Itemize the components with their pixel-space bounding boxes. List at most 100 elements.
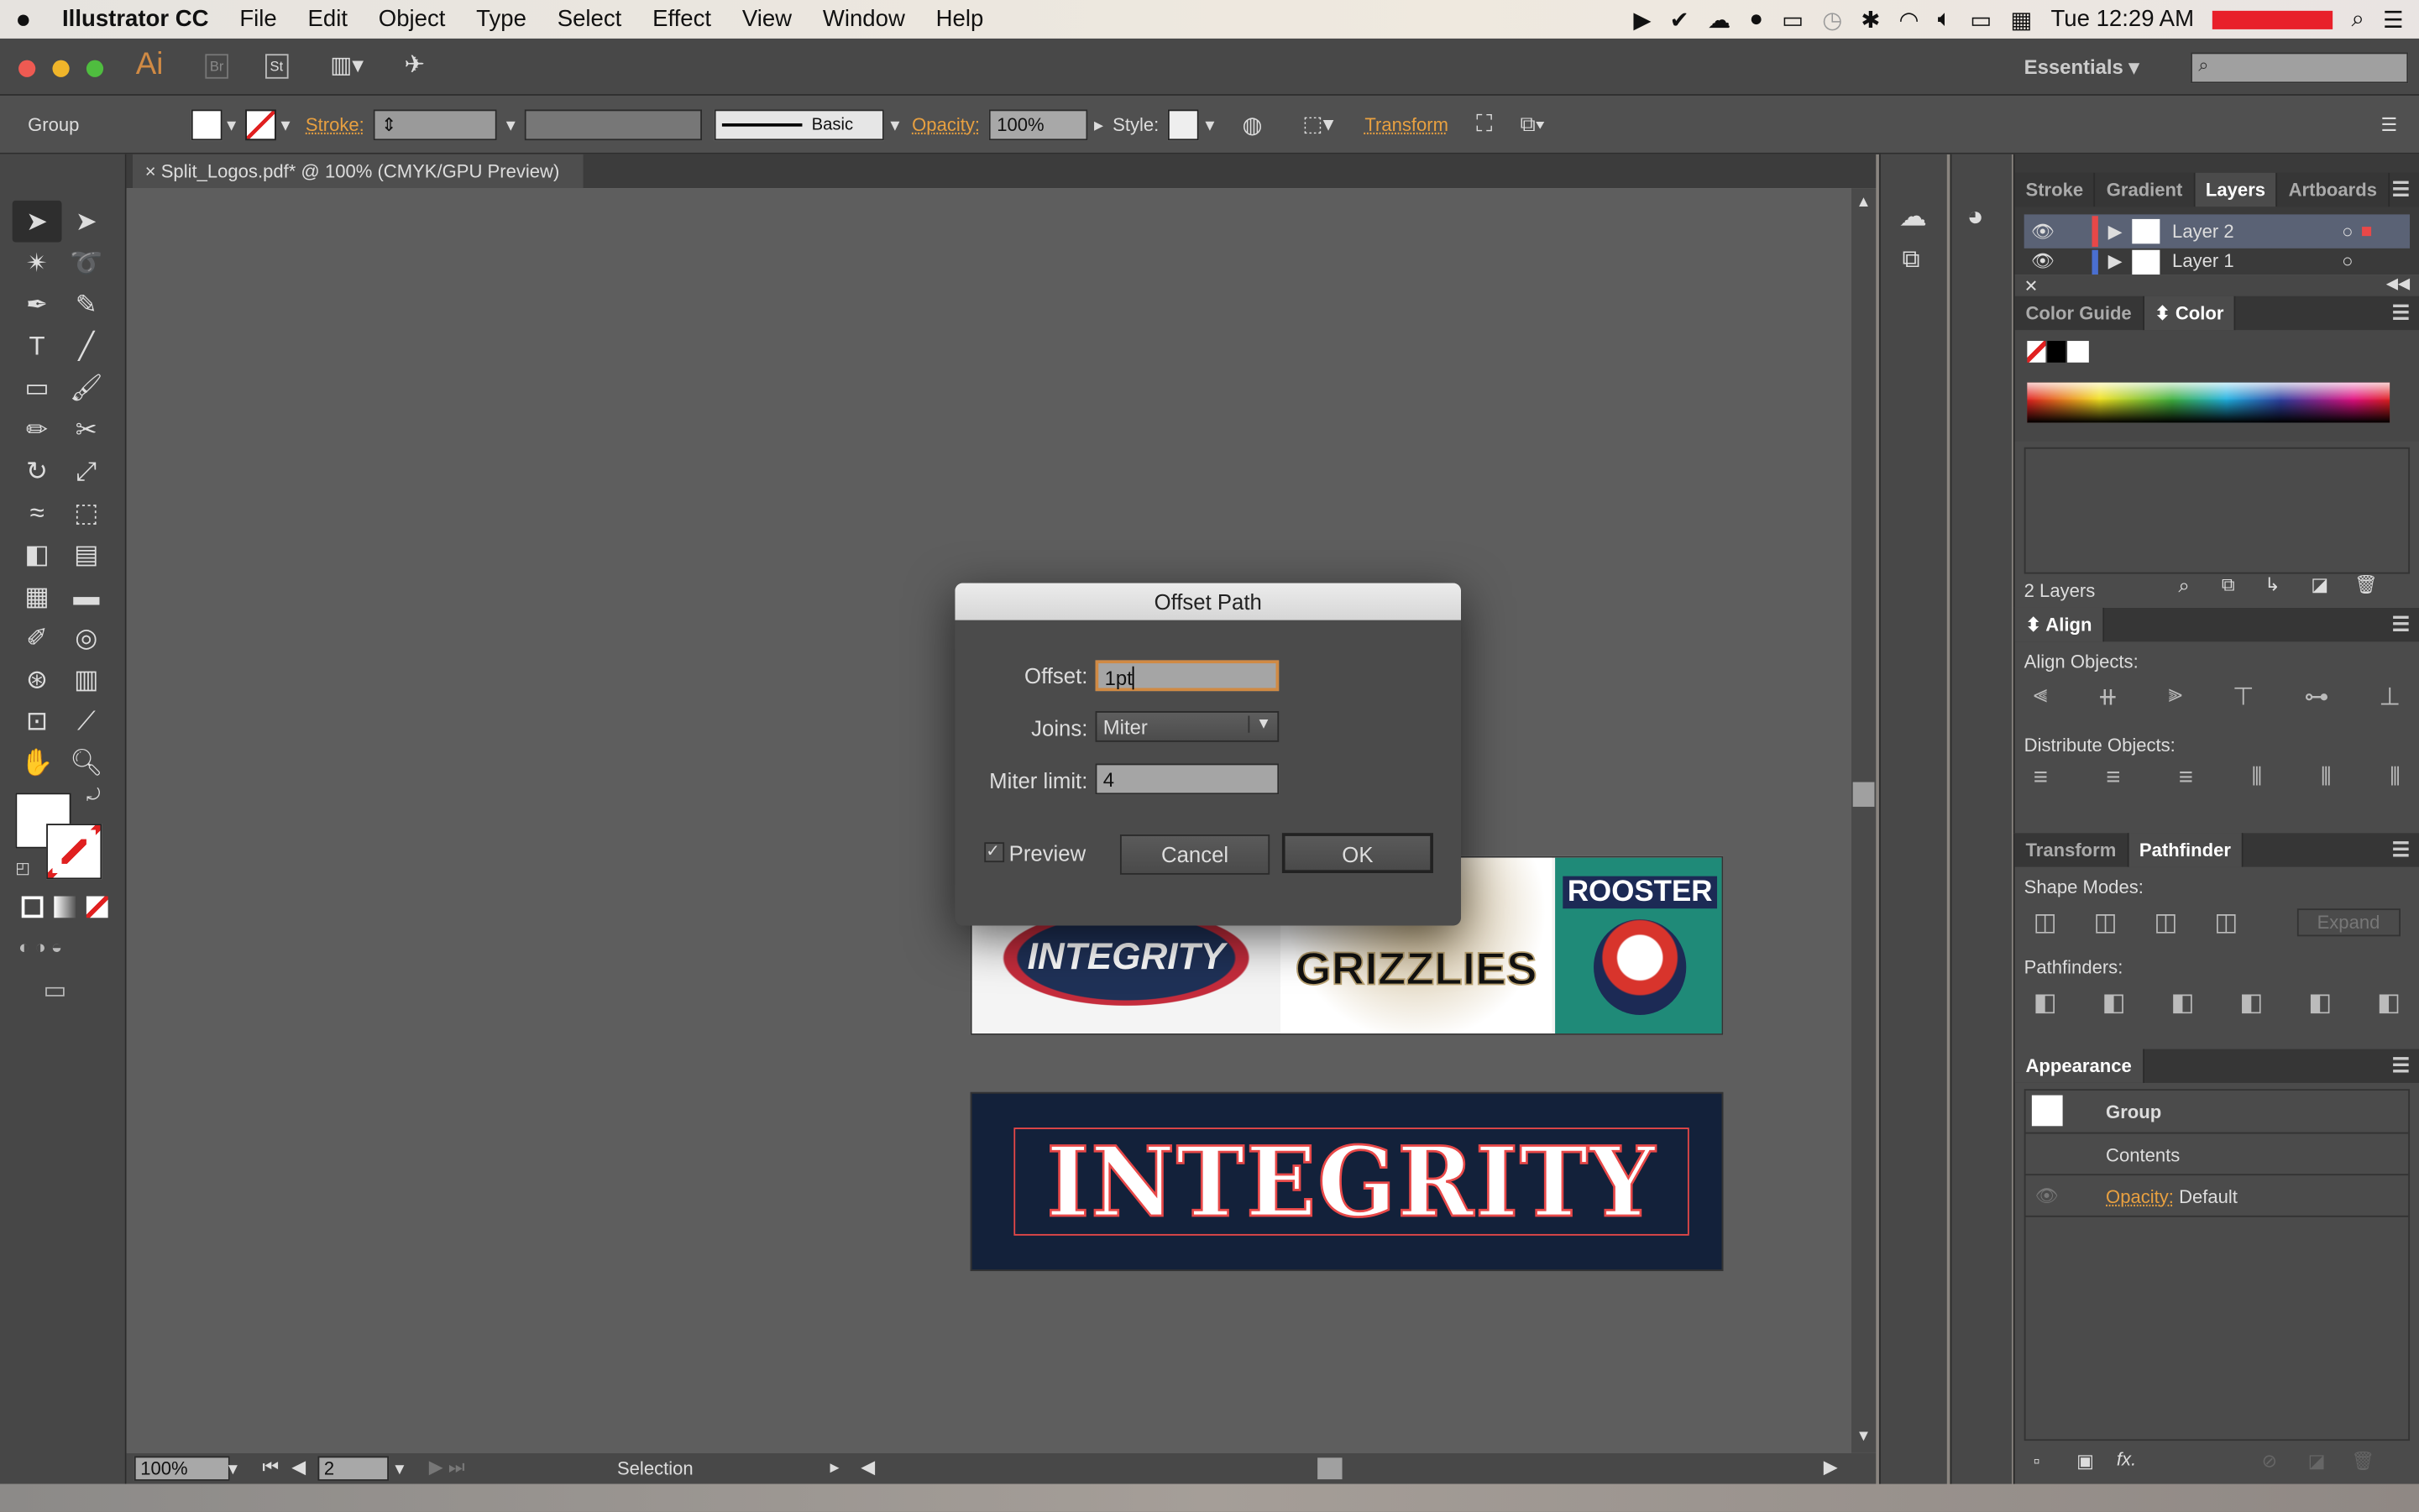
- brush-dropdown[interactable]: ▾: [890, 113, 899, 135]
- spotlight-icon[interactable]: ⌕: [2351, 6, 2364, 32]
- expand-button[interactable]: Expand: [2296, 908, 2401, 937]
- vertical-scrollbar[interactable]: ▲ ▼: [1851, 188, 1877, 1453]
- color-mode-icon[interactable]: [21, 896, 44, 918]
- panel-menu-icon[interactable]: ☰: [2392, 301, 2410, 325]
- free-transform-tool-icon[interactable]: ⬚: [61, 492, 111, 534]
- appearance-row-opacity[interactable]: 👁︎ Opacity: Default: [2025, 1175, 2409, 1217]
- notification-center-icon[interactable]: ☰: [2383, 5, 2404, 33]
- swap-fill-stroke-icon[interactable]: ⤾: [86, 787, 101, 807]
- variable-width-profile[interactable]: [524, 108, 703, 140]
- magic-wand-tool-icon[interactable]: ✴: [13, 242, 62, 284]
- make-clipping-mask-icon[interactable]: ⧉: [2222, 574, 2235, 598]
- merge-icon[interactable]: ◧: [2170, 987, 2194, 1018]
- battery-icon[interactable]: ▭: [1970, 5, 1992, 33]
- opacity-visibility-eye-icon[interactable]: 👁︎: [2035, 1185, 2059, 1206]
- default-colors-icon[interactable]: ◰: [15, 861, 29, 877]
- distribute-top-icon[interactable]: ≡: [2034, 765, 2048, 793]
- crop-icon[interactable]: ◧: [2239, 987, 2263, 1018]
- distribute-hcenter-icon[interactable]: ⦀: [2321, 765, 2332, 793]
- add-new-stroke-icon[interactable]: ▫: [2034, 1450, 2040, 1472]
- gradient-tool-icon[interactable]: ▬: [61, 575, 111, 617]
- zoom-tool-icon[interactable]: 🔍︎: [61, 742, 111, 784]
- align-to-selection-icon[interactable]: ⬚▾: [1302, 111, 1333, 137]
- menu-object[interactable]: Object: [363, 6, 460, 32]
- next-artboard-button[interactable]: ▶ ⏭: [429, 1457, 465, 1480]
- transform-link[interactable]: Transform: [1364, 113, 1448, 135]
- trim-icon[interactable]: ◧: [2102, 987, 2126, 1018]
- intersect-icon[interactable]: ◫: [2154, 907, 2177, 938]
- search-help-input[interactable]: ⌕: [2191, 52, 2409, 84]
- appearance-row-contents[interactable]: Contents: [2025, 1133, 2409, 1176]
- panel-menu-icon[interactable]: ☰: [2392, 1054, 2410, 1078]
- status-menu-arrow[interactable]: ▸: [830, 1457, 840, 1478]
- create-new-layer-icon[interactable]: ◪: [2311, 574, 2328, 596]
- align-top-icon[interactable]: ⊤: [2233, 682, 2254, 713]
- wifi-icon[interactable]: ◠: [1898, 5, 1919, 33]
- bridge-button[interactable]: Br: [205, 54, 228, 79]
- menu-select[interactable]: Select: [542, 6, 636, 32]
- white-swatch[interactable]: [2067, 341, 2089, 363]
- delete-layer-icon[interactable]: 🗑︎: [2354, 574, 2378, 596]
- scroll-up-arrow[interactable]: ▲: [1856, 195, 1871, 212]
- stroke-swatch[interactable]: [245, 108, 276, 140]
- control-panel-menu-icon[interactable]: ☰: [2381, 113, 2398, 135]
- appearance-opacity-link[interactable]: Opacity:: [2106, 1186, 2174, 1208]
- add-new-fill-icon[interactable]: ▣: [2076, 1450, 2094, 1472]
- ok-button[interactable]: OK: [1281, 833, 1433, 873]
- slice-tool-icon[interactable]: ⟋: [61, 700, 111, 742]
- recolor-artwork-icon[interactable]: ◍: [1243, 110, 1263, 138]
- stock-button[interactable]: St: [265, 54, 288, 79]
- play-icon[interactable]: ▶: [1633, 5, 1651, 33]
- workspace-switcher[interactable]: Essentials ▾: [2024, 55, 2139, 80]
- blend-tool-icon[interactable]: ◎: [61, 617, 111, 659]
- selection-tool-icon[interactable]: ➤: [12, 200, 62, 243]
- shaper-tool-icon[interactable]: ✏: [13, 409, 62, 451]
- menu-help[interactable]: Help: [920, 6, 998, 32]
- distribute-left-icon[interactable]: ⦀: [2251, 765, 2262, 793]
- close-window-button[interactable]: [18, 60, 36, 77]
- layer-name[interactable]: Layer 1: [2172, 250, 2342, 272]
- unite-icon[interactable]: ◫: [2034, 907, 2057, 938]
- menu-file[interactable]: File: [224, 6, 292, 32]
- time-machine-icon[interactable]: ◷: [1822, 5, 1842, 33]
- menu-edit[interactable]: Edit: [292, 6, 363, 32]
- clear-appearance-icon[interactable]: ⊘: [2262, 1450, 2277, 1472]
- stroke-weight-dropdown[interactable]: ▾: [506, 113, 516, 135]
- curvature-tool-icon[interactable]: ✎: [61, 284, 111, 326]
- zoom-window-button[interactable]: [86, 60, 104, 77]
- stroke-color-box[interactable]: [46, 824, 102, 880]
- tab-color[interactable]: ⬍ Color: [2144, 296, 2237, 331]
- tab-layers[interactable]: Layers: [2195, 172, 2278, 207]
- eyedropper-tool-icon[interactable]: ✐: [13, 617, 62, 659]
- scroll-thumb[interactable]: [1852, 782, 1875, 807]
- fill-dropdown[interactable]: ▾: [227, 113, 236, 135]
- target-circle-icon[interactable]: ○: [2342, 250, 2353, 272]
- close-tab-icon[interactable]: ×: [145, 160, 161, 182]
- volume-icon[interactable]: 🔈︎: [1938, 6, 1952, 32]
- offset-input[interactable]: 1pt: [1095, 660, 1280, 692]
- direct-selection-tool-icon[interactable]: ➤: [61, 201, 111, 243]
- zoom-level-field[interactable]: 100%: [134, 1456, 230, 1481]
- current-tool-status[interactable]: Selection: [617, 1457, 694, 1479]
- distribute-vcenter-icon[interactable]: ≡: [2106, 765, 2120, 793]
- document-tab[interactable]: × Split_Logos.pdf* @ 100% (CMYK/GPU Prev…: [133, 154, 584, 189]
- appearance-panel-title[interactable]: Appearance: [2014, 1049, 2144, 1083]
- prev-artboard-button[interactable]: ◀: [291, 1457, 306, 1478]
- scale-tool-icon[interactable]: ⤢: [61, 451, 111, 493]
- collapse-panel-icon[interactable]: ◀◀: [2386, 276, 2410, 293]
- visibility-eye-icon[interactable]: 👁︎: [2024, 250, 2061, 272]
- cancel-button[interactable]: Cancel: [1119, 834, 1270, 875]
- hand-tool-icon[interactable]: ✋: [13, 742, 62, 784]
- tab-stroke[interactable]: Stroke: [2015, 172, 2096, 207]
- layer-name[interactable]: Layer 2: [2172, 221, 2342, 243]
- expand-arrow-icon[interactable]: ▶: [2098, 221, 2132, 243]
- rectangle-tool-icon[interactable]: ▭: [13, 367, 62, 409]
- distribute-right-icon[interactable]: ⦀: [2390, 765, 2401, 793]
- type-tool-icon[interactable]: T: [13, 326, 62, 368]
- color-themes-icon[interactable]: ◕: [1967, 201, 1984, 233]
- stroke-weight-field[interactable]: ⇕: [373, 108, 497, 140]
- menu-window[interactable]: Window: [807, 6, 920, 32]
- close-panel-icon[interactable]: ✕: [2024, 276, 2039, 296]
- gpu-performance-icon[interactable]: ✈: [404, 50, 425, 81]
- locate-object-icon[interactable]: ⌕: [2178, 574, 2189, 599]
